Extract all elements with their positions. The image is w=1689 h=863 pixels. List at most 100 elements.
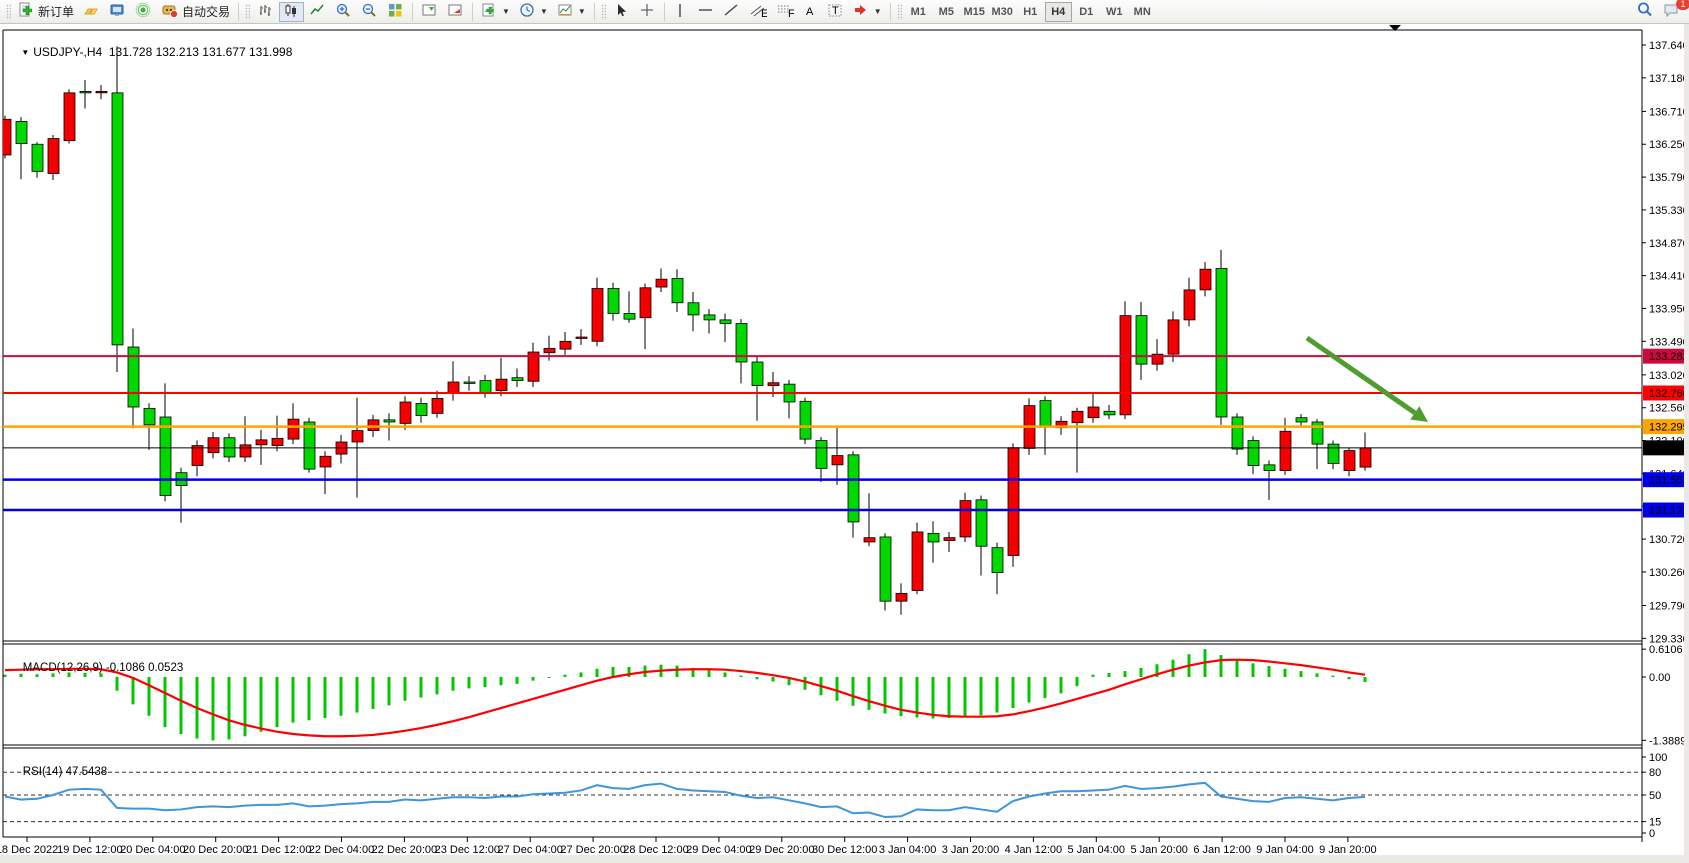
- crosshair-button[interactable]: [635, 2, 660, 22]
- search-button[interactable]: [1632, 2, 1658, 22]
- candle: [304, 422, 315, 469]
- fibonacci-icon: F: [776, 2, 794, 22]
- horizontal-line-button[interactable]: [693, 2, 718, 22]
- candle: [112, 93, 123, 345]
- autotrading-button[interactable]: 自动交易: [157, 2, 234, 22]
- macd-scale-label: 0.6106: [1649, 644, 1683, 656]
- timeframe-button-mn[interactable]: MN: [1129, 2, 1156, 22]
- one-click-trading-expander-icon[interactable]: ▼: [21, 48, 29, 57]
- chevron-down-icon: ▼: [502, 7, 510, 16]
- window-edge: [1684, 24, 1689, 863]
- chevron-down-icon: ▼: [874, 7, 882, 16]
- chart-window[interactable]: 137.640137.180136.710136.250135.790135.3…: [0, 24, 1689, 863]
- zoom-in-icon: [335, 2, 352, 22]
- price-line-label: 131.552: [1649, 475, 1689, 487]
- candle: [144, 408, 155, 424]
- text-button[interactable]: A: [799, 2, 822, 22]
- line-chart-button[interactable]: [305, 2, 330, 22]
- macd-indicator-label: MACD(12,26,9) -0.1086 0.0523: [10, 650, 183, 686]
- channel-button[interactable]: E: [745, 2, 771, 22]
- signal-button[interactable]: [131, 2, 156, 22]
- template-button[interactable]: ▼: [553, 2, 590, 22]
- toolbar-grip[interactable]: [245, 4, 250, 20]
- candle: [560, 341, 571, 349]
- chart-shift-button[interactable]: [417, 2, 442, 22]
- new-order-icon: [18, 2, 35, 22]
- candle: [240, 445, 251, 457]
- new-chart-button[interactable]: ▼: [477, 2, 514, 22]
- candle: [64, 93, 75, 141]
- template-icon: [557, 2, 574, 22]
- bar-chart-button[interactable]: [253, 2, 278, 22]
- zoom-out-button[interactable]: [357, 2, 382, 22]
- channel-icon: E: [749, 2, 767, 22]
- candle: [624, 313, 635, 319]
- period-clock-button[interactable]: ▼: [515, 2, 552, 22]
- price-line-label: 131.127: [1649, 505, 1689, 517]
- text-label-button[interactable]: T: [823, 2, 848, 22]
- price-tick-label: 130.720: [1649, 534, 1689, 546]
- toolbar-grip[interactable]: [897, 4, 902, 20]
- gold-button[interactable]: [79, 2, 104, 22]
- zoom-in-button[interactable]: [331, 2, 356, 22]
- vertical-line-button[interactable]: [669, 2, 692, 22]
- rsi-scale-label: 100: [1649, 752, 1667, 764]
- timeframe-button-m30[interactable]: M30: [989, 2, 1016, 22]
- price-line-label: 133.282: [1649, 351, 1689, 363]
- text-icon: A: [803, 2, 818, 22]
- candle: [912, 532, 923, 591]
- candle: [720, 320, 731, 324]
- candle: [672, 278, 683, 302]
- candle: [576, 337, 587, 338]
- candle: [272, 438, 283, 445]
- rsi-line: [5, 783, 1365, 817]
- candle: [320, 456, 331, 467]
- candle: [1168, 320, 1179, 354]
- timeframe-button-w1[interactable]: W1: [1101, 2, 1128, 22]
- candle: [1344, 451, 1355, 471]
- candle: [800, 401, 811, 439]
- timeframe-button-m1[interactable]: M1: [905, 2, 932, 22]
- new-chart-icon: [481, 2, 498, 22]
- macd-signal-line: [5, 660, 1365, 737]
- toolbar-grip[interactable]: [601, 4, 606, 20]
- candle: [208, 438, 219, 453]
- fibonacci-button[interactable]: F: [772, 2, 798, 22]
- arrows-button[interactable]: ▼: [849, 2, 886, 22]
- price-line-label: 132.766: [1649, 388, 1689, 400]
- chevron-down-icon: ▼: [540, 7, 548, 16]
- rsi-scale-label: 80: [1649, 767, 1661, 779]
- candle: [192, 446, 203, 466]
- candle: [1232, 417, 1243, 449]
- candle: [512, 378, 523, 381]
- price-tick-label: 135.330: [1649, 205, 1689, 217]
- chevron-down-icon: ▼: [578, 7, 586, 16]
- auto-scroll-button[interactable]: [443, 2, 468, 22]
- price-tick-label: 135.790: [1649, 172, 1689, 184]
- tile-windows-button[interactable]: [383, 2, 408, 22]
- price-tick-label: 136.710: [1649, 106, 1689, 118]
- cursor-button[interactable]: [609, 2, 634, 22]
- timeframe-button-m15[interactable]: M15: [961, 2, 988, 22]
- timeframe-button-m5[interactable]: M5: [933, 2, 960, 22]
- candle: [1040, 401, 1051, 427]
- candle: [976, 500, 987, 546]
- new-order-button[interactable]: 新订单: [14, 2, 78, 22]
- terminal-button[interactable]: [105, 2, 130, 22]
- candlestick-button[interactable]: [279, 2, 304, 22]
- timeframe-button-h4[interactable]: H4: [1045, 2, 1072, 22]
- autotrading-label: 自动交易: [182, 3, 230, 20]
- bar-chart-icon: [257, 2, 274, 22]
- timeframe-button-h1[interactable]: H1: [1017, 2, 1044, 22]
- new-order-label: 新订单: [38, 3, 74, 20]
- price-tick-label: 137.180: [1649, 73, 1689, 85]
- timeframe-button-d1[interactable]: D1: [1073, 2, 1100, 22]
- trendline-button[interactable]: [719, 2, 744, 22]
- tile-windows-icon: [387, 2, 404, 22]
- toolbar-grip[interactable]: [6, 4, 11, 20]
- candle: [992, 548, 1003, 573]
- chart-canvas[interactable]: 137.640137.180136.710136.250135.790135.3…: [0, 24, 1689, 863]
- trend-arrow[interactable]: [1307, 338, 1415, 413]
- candle: [80, 91, 91, 92]
- chart-shift-icon: [421, 2, 438, 22]
